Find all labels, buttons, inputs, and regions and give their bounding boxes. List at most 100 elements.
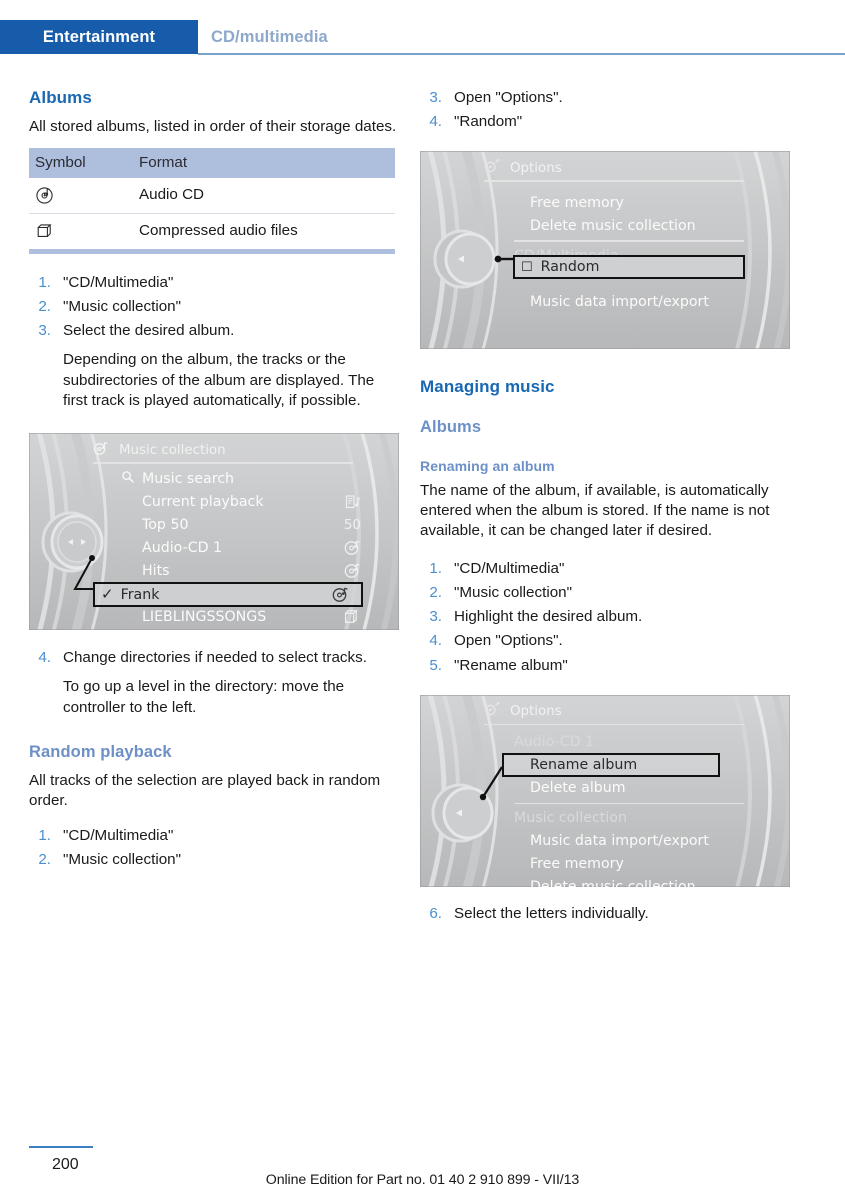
step-number: 4. [429,113,442,131]
idrive-titlebar: Options [484,157,790,179]
steps-list-albums: 1. "CD/Multimedia" 2. "Music collection"… [29,273,399,411]
list-item: 2. "Music collection" [420,583,790,603]
menu-item-value: 50 [343,516,361,533]
symbol-format-table: Symbol Format Audio CD Compressed audio … [29,147,395,249]
options-gear-icon [484,159,501,178]
idrive-title-divider [93,462,353,464]
search-icon [121,470,135,488]
step-text: "CD/Multimedia" [454,559,565,577]
idrive-controller-knob[interactable] [35,505,205,630]
steps-list-random-cont: 3. Open "Options". 4. "Random" [420,88,790,132]
playlist-note-icon [345,490,361,513]
list-item: 1. "CD/Multimedia" [29,273,399,293]
table-cell-symbol [29,213,133,249]
idrive-controller-knob[interactable] [426,751,576,881]
idrive-controller-knob[interactable] [428,217,578,337]
menu-item-music-search[interactable]: Music search [121,467,361,490]
idrive-title: Music collection [119,442,226,458]
step-number: 2. [429,583,442,601]
options-gear-icon [484,702,501,721]
step-text: "Rename album" [454,656,568,674]
table-bottom-rule [29,248,395,254]
list-item: 4. Change directories if needed to selec… [29,648,399,718]
menu-item-free-memory[interactable]: Free memory [530,191,744,214]
idrive-title-divider [484,723,744,726]
step-text: "CD/Multimedia" [63,273,174,291]
list-item: 1. "CD/Multimedia" [29,826,399,846]
step-number: 2. [38,297,51,315]
header-divider [198,53,845,55]
step-text: Open "Options". [454,632,563,650]
list-item: 3. Select the desired album. Depending o… [29,321,399,411]
left-column: Albums All stored albums, listed in orde… [29,88,399,875]
step-number: 3. [38,322,51,340]
step-text: "Music collection" [454,583,572,601]
step-number: 2. [38,851,51,869]
list-item: 5. "Rename album" [420,656,790,676]
step-text: "Music collection" [63,851,181,869]
steps-list-renaming: 1. "CD/Multimedia" 2. "Music collection"… [420,559,790,676]
footer-divider [29,1146,93,1149]
step-text: "Music collection" [63,297,181,315]
step-text: "CD/Multimedia" [63,827,174,845]
table-cell-format: Compressed audio files [139,222,298,240]
heading-albums: Albums [29,88,92,107]
step-text: Select the desired album. [63,322,235,340]
step-number: 1. [429,559,442,577]
folder-icon [35,221,133,241]
step-text: Change directories if needed to select t… [63,649,367,667]
list-item: 3. Open "Options". [420,88,790,108]
cd-icon [332,586,349,607]
list-item: 3. Highlight the desired album. [420,607,790,627]
step-text: Highlight the desired album. [454,608,643,626]
menu-item-label: Free memory [530,194,624,211]
step-note: To go up a level in the directory: move … [63,678,345,716]
renaming-body-text: The name of the album, if available, is … [420,482,770,540]
list-item: 6. Select the letters individually. [420,904,790,924]
steps-list-final: 6. Select the letters individually. [420,904,790,924]
steps-list-random: 1. "CD/Multimedia" 2. "Music collection" [29,826,399,870]
heading-random-playback: Random playback [29,742,172,761]
step-text: "Random" [454,113,523,131]
folder-icon [343,605,361,628]
step-number: 1. [38,827,51,845]
step-text: Select the letters individually. [454,904,649,922]
heading-albums-right: Albums [420,417,482,436]
idrive-screen-music-collection: Music collection Music search Current pl… [29,433,399,631]
list-item: 1. "CD/Multimedia" [420,559,790,579]
table-header-format: Format [133,147,395,178]
list-item: 4. Open "Options". [420,631,790,651]
step-note: Depending on the album, the tracks or th… [63,351,375,409]
step-number: 3. [429,608,442,626]
heading-managing-music: Managing music [420,377,555,397]
list-item: 4. "Random" [420,112,790,132]
cd-icon [344,536,361,559]
table-cell-format: Audio CD [133,177,395,214]
step-number: 4. [38,649,51,667]
right-column: 3. Open "Options". 4. "Random" Options F… [420,88,790,928]
tab-entertainment[interactable]: Entertainment [0,20,198,54]
step-number: 5. [429,656,442,674]
idrive-titlebar: Options [484,701,790,723]
audio-cd-icon [35,185,133,205]
tab-cd-multimedia[interactable]: CD/multimedia [211,20,328,54]
idrive-titlebar: Music collection [93,439,399,461]
step-number: 6. [429,904,442,922]
table-row: Audio CD [29,177,395,214]
idrive-title: Options [510,160,562,176]
footer-edition-text: Online Edition for Part no. 01 40 2 910 … [265,1172,580,1188]
heading-renaming-an-album: Renaming an album [420,457,555,474]
tab-entertainment-label: Entertainment [42,27,156,46]
list-item: 2. "Music collection" [29,850,399,870]
table-row: Compressed audio files [29,213,395,249]
idrive-screen-options-random: Options Free memory Delete music collect… [420,151,790,350]
page-header: Entertainment CD/multimedia [0,20,845,55]
cd-icon [344,559,361,582]
idrive-screen-options-rename: Options Audio-CD 1 Delete album Music co… [420,694,790,887]
music-note-disc-icon [93,441,110,460]
step-number: 4. [429,632,442,650]
steps-list-directories: 4. Change directories if needed to selec… [29,648,399,718]
table-header-row: Symbol Format [29,147,395,178]
idrive-title: Options [510,704,562,720]
step-number: 1. [38,273,51,291]
